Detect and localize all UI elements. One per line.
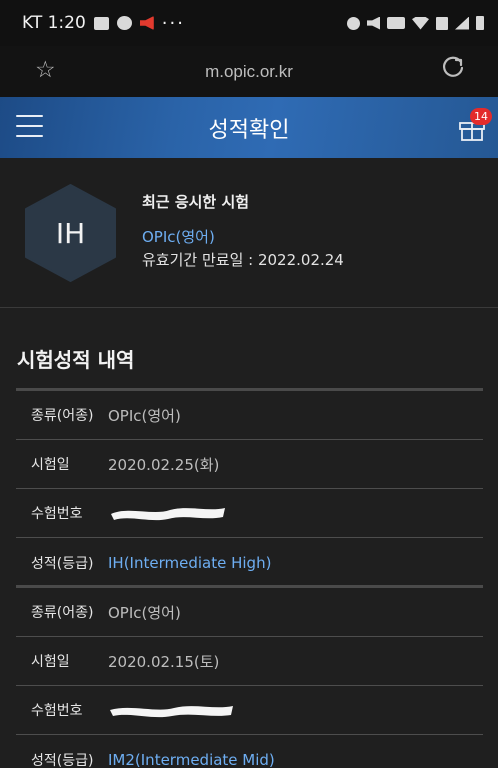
- redacted-exam-number: [111, 508, 225, 521]
- browser-address-bar: ☆ m.opic.or.kr: [0, 46, 498, 97]
- favorite-star-icon[interactable]: ☆: [35, 57, 56, 83]
- wifi-icon: [412, 16, 429, 30]
- gift-badge-count: 14: [470, 108, 492, 125]
- grade-value[interactable]: IM2(Intermediate Mid): [108, 751, 275, 768]
- redacted-exam-number: [110, 706, 233, 718]
- record-row-grade: 성적(등급) IH(Intermediate High): [16, 538, 483, 587]
- row-label: 성적(등급): [31, 752, 94, 768]
- row-label: 시험일: [31, 457, 70, 473]
- row-label: 수험번호: [31, 703, 83, 719]
- row-label: 성적(등급): [31, 555, 94, 572]
- row-label: 수험번호: [31, 506, 83, 522]
- recent-exam-summary: IH 최근 응시한 시험 OPIc(영어) 유효기간 만료일 : 2022.02…: [0, 158, 498, 308]
- talk-notification-icon: [116, 16, 132, 30]
- row-label: 종류(어종): [31, 605, 94, 621]
- expiry-date: 유효기간 만료일 : 2022.02.24: [142, 251, 344, 269]
- score-record[interactable]: 종류(어종) OPIc(영어) 시험일 2020.02.25(화) 수험번호 성…: [16, 388, 483, 587]
- record-row-type: 종류(어종) OPIc(영어): [16, 391, 483, 440]
- more-notifications-icon: ···: [161, 12, 185, 34]
- carrier-time: KT 1:20: [22, 13, 86, 33]
- row-value: 2020.02.25(화): [108, 455, 220, 474]
- score-history: 시험성적 내역 종류(어종) OPIc(영어) 시험일 2020.02.25(화…: [0, 308, 498, 768]
- record-row-number: 수험번호: [16, 489, 483, 538]
- url-text[interactable]: m.opic.or.kr: [205, 62, 293, 82]
- row-label: 시험일: [31, 654, 70, 670]
- recent-exam-type: OPIc(영어): [142, 228, 215, 246]
- status-right: [347, 16, 484, 30]
- row-label: 종류(어종): [31, 408, 94, 424]
- page-title: 성적확인: [208, 117, 290, 143]
- announcement-notification-icon: [139, 16, 154, 30]
- app-header: 성적확인 14: [0, 97, 498, 158]
- grade-badge-text: IH: [55, 216, 86, 250]
- gallery-notification-icon: [93, 16, 109, 30]
- score-record[interactable]: 종류(어종) OPIc(영어) 시험일 2020.02.15(토) 수험번호 성…: [16, 585, 483, 768]
- status-bar: KT 1:20 ···: [0, 0, 498, 46]
- alarm-icon: [347, 16, 360, 30]
- record-row-grade: 성적(등급) IM2(Intermediate Mid): [16, 735, 483, 768]
- grade-value[interactable]: IH(Intermediate High): [108, 554, 271, 572]
- recent-exam-label: 최근 응시한 시험: [142, 193, 250, 211]
- status-left: KT 1:20 ···: [22, 13, 185, 34]
- row-value: 2020.02.15(토): [108, 652, 220, 671]
- signal-icon: [455, 16, 469, 30]
- record-row-date: 시험일 2020.02.25(화): [16, 440, 483, 489]
- hd-voice-icon: [387, 17, 405, 29]
- 5g-icon: [436, 16, 448, 30]
- record-row-number: 수험번호: [16, 686, 483, 735]
- battery-icon: [476, 16, 484, 30]
- mute-icon: [367, 16, 380, 30]
- record-row-type: 종류(어종) OPIc(영어): [16, 588, 483, 637]
- section-title: 시험성적 내역: [17, 348, 135, 372]
- menu-icon[interactable]: [16, 115, 43, 137]
- row-value: OPIc(영어): [108, 603, 181, 622]
- reload-icon[interactable]: [440, 55, 466, 81]
- record-row-date: 시험일 2020.02.15(토): [16, 637, 483, 686]
- row-value: OPIc(영어): [108, 406, 181, 425]
